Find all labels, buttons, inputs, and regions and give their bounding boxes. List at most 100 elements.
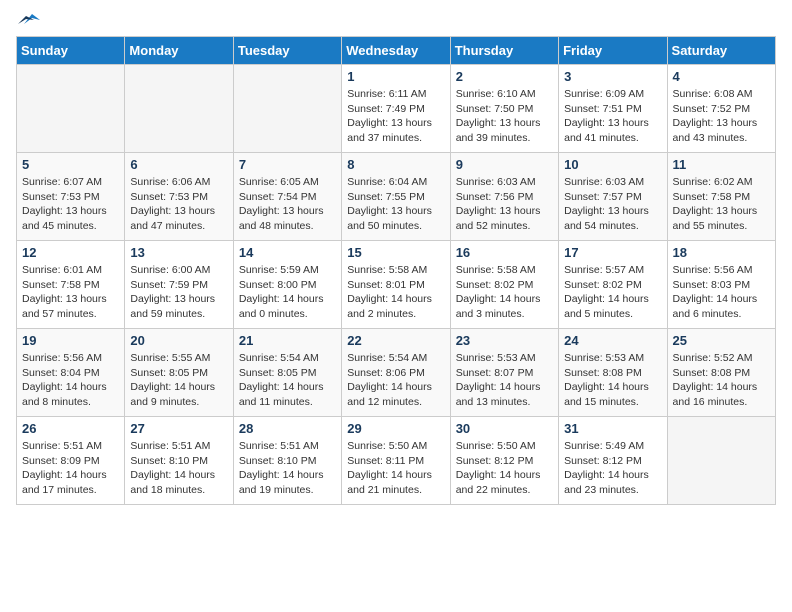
calendar-cell: 30 Sunrise: 5:50 AMSunset: 8:12 PMDayligh… [450,417,558,505]
day-number: 3 [564,69,661,84]
day-number: 6 [130,157,227,172]
day-number: 13 [130,245,227,260]
day-info: Sunrise: 6:03 AMSunset: 7:57 PMDaylight:… [564,175,661,234]
day-info: Sunrise: 6:07 AMSunset: 7:53 PMDaylight:… [22,175,119,234]
day-info: Sunrise: 6:11 AMSunset: 7:49 PMDaylight:… [347,87,444,146]
day-number: 1 [347,69,444,84]
day-info: Sunrise: 5:51 AMSunset: 8:10 PMDaylight:… [130,439,227,498]
calendar-cell: 22 Sunrise: 5:54 AMSunset: 8:06 PMDayligh… [342,329,450,417]
calendar-cell: 6 Sunrise: 6:06 AMSunset: 7:53 PMDaylight… [125,153,233,241]
weekday-header-saturday: Saturday [667,37,775,65]
calendar-cell: 5 Sunrise: 6:07 AMSunset: 7:53 PMDaylight… [17,153,125,241]
day-info: Sunrise: 6:06 AMSunset: 7:53 PMDaylight:… [130,175,227,234]
day-number: 19 [22,333,119,348]
calendar-cell: 29 Sunrise: 5:50 AMSunset: 8:11 PMDayligh… [342,417,450,505]
calendar-cell: 19 Sunrise: 5:56 AMSunset: 8:04 PMDayligh… [17,329,125,417]
day-number: 26 [22,421,119,436]
day-info: Sunrise: 6:02 AMSunset: 7:58 PMDaylight:… [673,175,770,234]
day-number: 4 [673,69,770,84]
calendar-cell: 3 Sunrise: 6:09 AMSunset: 7:51 PMDaylight… [559,65,667,153]
calendar-cell: 20 Sunrise: 5:55 AMSunset: 8:05 PMDayligh… [125,329,233,417]
day-info: Sunrise: 6:08 AMSunset: 7:52 PMDaylight:… [673,87,770,146]
day-number: 2 [456,69,553,84]
weekday-header-row: SundayMondayTuesdayWednesdayThursdayFrid… [17,37,776,65]
calendar-week-5: 26 Sunrise: 5:51 AMSunset: 8:09 PMDayligh… [17,417,776,505]
day-info: Sunrise: 5:58 AMSunset: 8:02 PMDaylight:… [456,263,553,322]
calendar-cell: 1 Sunrise: 6:11 AMSunset: 7:49 PMDaylight… [342,65,450,153]
day-info: Sunrise: 5:51 AMSunset: 8:10 PMDaylight:… [239,439,336,498]
calendar-cell: 4 Sunrise: 6:08 AMSunset: 7:52 PMDaylight… [667,65,775,153]
day-info: Sunrise: 5:59 AMSunset: 8:00 PMDaylight:… [239,263,336,322]
day-number: 21 [239,333,336,348]
weekday-header-monday: Monday [125,37,233,65]
day-number: 22 [347,333,444,348]
day-number: 24 [564,333,661,348]
weekday-header-sunday: Sunday [17,37,125,65]
day-number: 11 [673,157,770,172]
calendar-cell: 23 Sunrise: 5:53 AMSunset: 8:07 PMDayligh… [450,329,558,417]
calendar-week-2: 5 Sunrise: 6:07 AMSunset: 7:53 PMDaylight… [17,153,776,241]
calendar-cell: 7 Sunrise: 6:05 AMSunset: 7:54 PMDaylight… [233,153,341,241]
calendar-cell: 14 Sunrise: 5:59 AMSunset: 8:00 PMDayligh… [233,241,341,329]
day-info: Sunrise: 5:56 AMSunset: 8:04 PMDaylight:… [22,351,119,410]
calendar-body: 1 Sunrise: 6:11 AMSunset: 7:49 PMDaylight… [17,65,776,505]
day-info: Sunrise: 6:09 AMSunset: 7:51 PMDaylight:… [564,87,661,146]
calendar-cell [233,65,341,153]
calendar-cell: 8 Sunrise: 6:04 AMSunset: 7:55 PMDaylight… [342,153,450,241]
day-info: Sunrise: 6:04 AMSunset: 7:55 PMDaylight:… [347,175,444,234]
day-info: Sunrise: 5:50 AMSunset: 8:11 PMDaylight:… [347,439,444,498]
day-info: Sunrise: 5:54 AMSunset: 8:06 PMDaylight:… [347,351,444,410]
day-info: Sunrise: 5:50 AMSunset: 8:12 PMDaylight:… [456,439,553,498]
day-number: 9 [456,157,553,172]
day-number: 7 [239,157,336,172]
calendar-cell: 10 Sunrise: 6:03 AMSunset: 7:57 PMDayligh… [559,153,667,241]
day-number: 28 [239,421,336,436]
calendar-cell: 24 Sunrise: 5:53 AMSunset: 8:08 PMDayligh… [559,329,667,417]
day-info: Sunrise: 5:52 AMSunset: 8:08 PMDaylight:… [673,351,770,410]
day-number: 16 [456,245,553,260]
day-number: 23 [456,333,553,348]
day-info: Sunrise: 6:10 AMSunset: 7:50 PMDaylight:… [456,87,553,146]
day-info: Sunrise: 5:51 AMSunset: 8:09 PMDaylight:… [22,439,119,498]
calendar-cell [667,417,775,505]
weekday-header-tuesday: Tuesday [233,37,341,65]
calendar-cell: 16 Sunrise: 5:58 AMSunset: 8:02 PMDayligh… [450,241,558,329]
weekday-header-thursday: Thursday [450,37,558,65]
calendar-week-3: 12 Sunrise: 6:01 AMSunset: 7:58 PMDayligh… [17,241,776,329]
day-number: 14 [239,245,336,260]
day-info: Sunrise: 5:53 AMSunset: 8:07 PMDaylight:… [456,351,553,410]
calendar-cell: 21Sunrise: 5:54 AMSunset: 8:05 PMDayligh… [233,329,341,417]
day-info: Sunrise: 5:49 AMSunset: 8:12 PMDaylight:… [564,439,661,498]
day-info: Sunrise: 6:01 AMSunset: 7:58 PMDaylight:… [22,263,119,322]
day-info: Sunrise: 5:56 AMSunset: 8:03 PMDaylight:… [673,263,770,322]
calendar-cell: 9Sunrise: 6:03 AMSunset: 7:56 PMDaylight… [450,153,558,241]
calendar-cell: 15 Sunrise: 5:58 AMSunset: 8:01 PMDayligh… [342,241,450,329]
day-number: 18 [673,245,770,260]
day-number: 8 [347,157,444,172]
logo-bird-icon [18,12,40,28]
logo [16,16,40,28]
day-number: 5 [22,157,119,172]
calendar-cell: 11 Sunrise: 6:02 AMSunset: 7:58 PMDayligh… [667,153,775,241]
day-number: 10 [564,157,661,172]
day-number: 15 [347,245,444,260]
calendar-cell: 27 Sunrise: 5:51 AMSunset: 8:10 PMDayligh… [125,417,233,505]
day-number: 12 [22,245,119,260]
weekday-header-wednesday: Wednesday [342,37,450,65]
day-number: 29 [347,421,444,436]
day-info: Sunrise: 5:53 AMSunset: 8:08 PMDaylight:… [564,351,661,410]
day-info: Sunrise: 5:55 AMSunset: 8:05 PMDaylight:… [130,351,227,410]
calendar-week-4: 19 Sunrise: 5:56 AMSunset: 8:04 PMDayligh… [17,329,776,417]
day-info: Sunrise: 6:05 AMSunset: 7:54 PMDaylight:… [239,175,336,234]
calendar-cell: 13Sunrise: 6:00 AMSunset: 7:59 PMDayligh… [125,241,233,329]
day-number: 25 [673,333,770,348]
day-number: 31 [564,421,661,436]
calendar-cell: 31 Sunrise: 5:49 AMSunset: 8:12 PMDayligh… [559,417,667,505]
day-info: Sunrise: 5:58 AMSunset: 8:01 PMDaylight:… [347,263,444,322]
weekday-header-friday: Friday [559,37,667,65]
day-number: 30 [456,421,553,436]
calendar-table: SundayMondayTuesdayWednesdayThursdayFrid… [16,36,776,505]
day-number: 20 [130,333,227,348]
header [16,16,776,28]
day-number: 27 [130,421,227,436]
